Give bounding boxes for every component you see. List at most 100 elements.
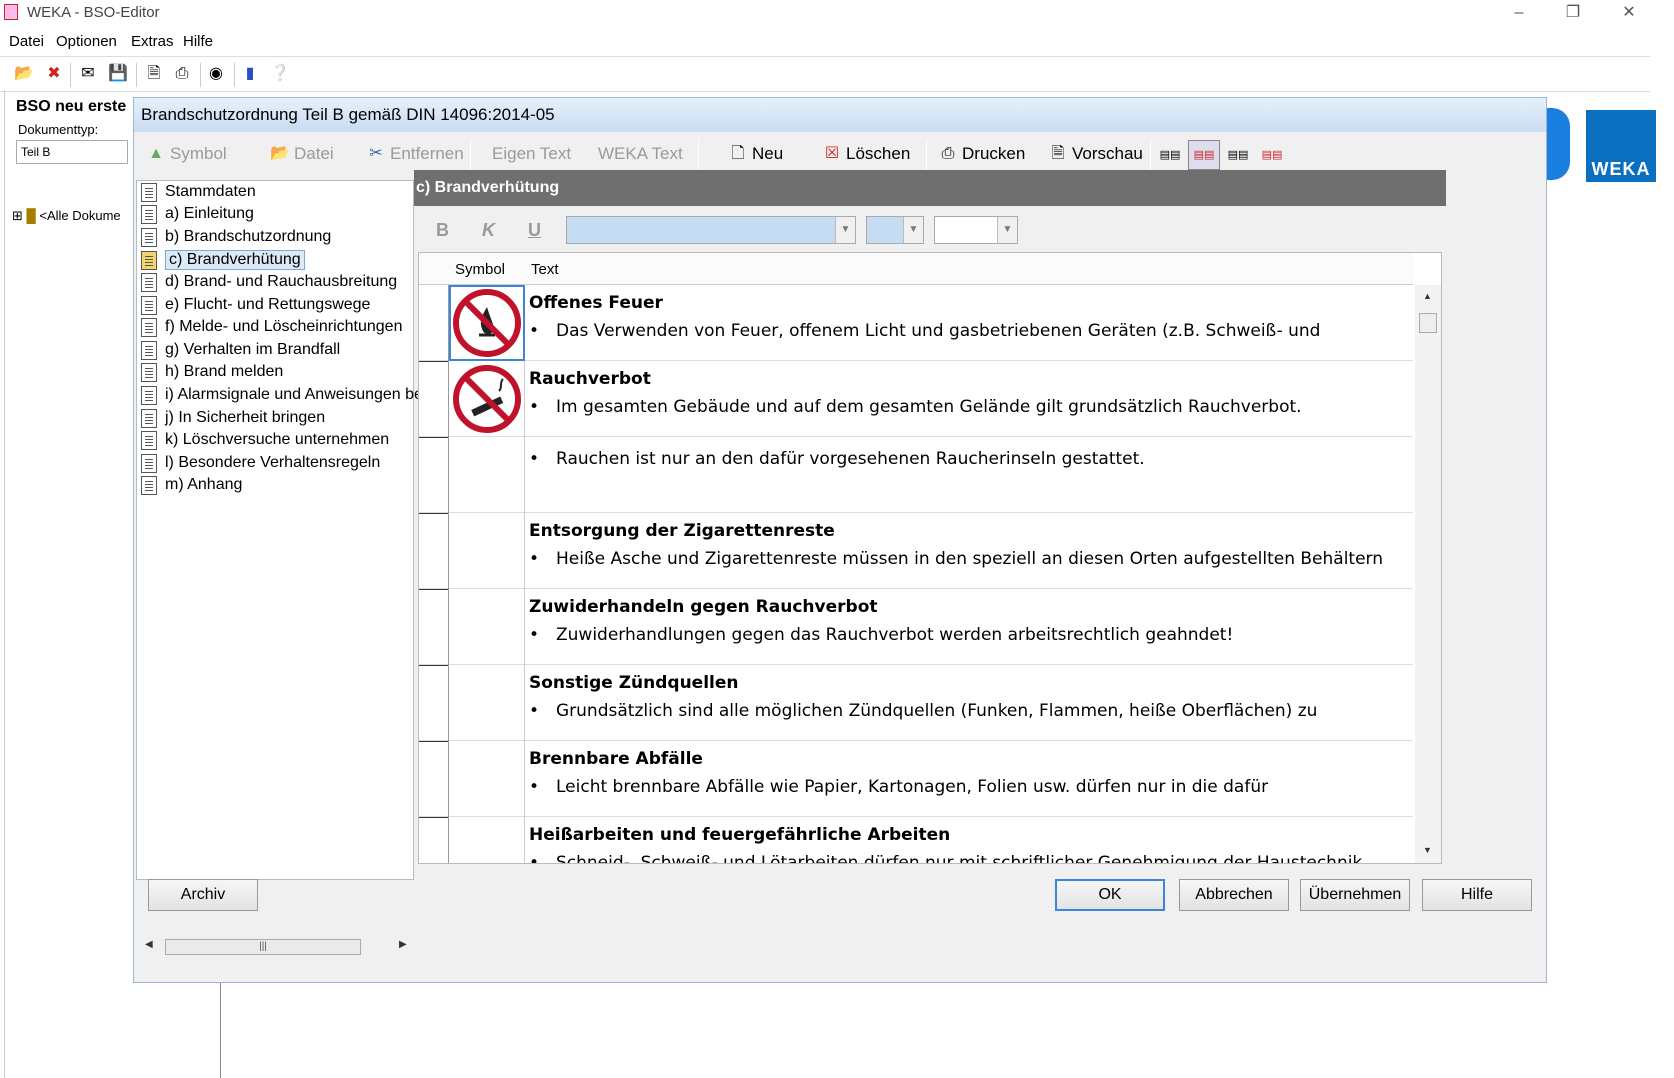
- minimize-button[interactable]: –: [1504, 2, 1534, 24]
- tree-item[interactable]: k) Löschversuche unternehmen: [141, 429, 389, 451]
- entfernen-button[interactable]: ✂ Entfernen: [366, 144, 463, 164]
- scroll-left-icon[interactable]: ◀: [145, 939, 153, 950]
- table-row[interactable]: Offenes Feuer Das Verwenden von Feuer, o…: [419, 285, 1413, 362]
- row-header[interactable]: [419, 817, 449, 863]
- symbol-cell[interactable]: [449, 361, 525, 437]
- symbol-cell[interactable]: [449, 665, 525, 741]
- tree-item[interactable]: b) Brandschutzordnung: [141, 226, 331, 248]
- tree-item[interactable]: h) Brand melden: [141, 361, 283, 383]
- all-documents-tree-item[interactable]: ⊞ █ <Alle Dokume: [12, 208, 121, 224]
- weka-text-button[interactable]: WEKA Text: [598, 144, 683, 164]
- row-header[interactable]: [419, 437, 449, 514]
- scroll-up-icon[interactable]: ▲: [1423, 291, 1432, 301]
- row-header[interactable]: [419, 285, 449, 362]
- tree-item[interactable]: g) Verhalten im Brandfall: [141, 339, 340, 361]
- drucken-button[interactable]: ⎙ Drucken: [938, 144, 1026, 164]
- archiv-button[interactable]: Archiv: [148, 879, 258, 911]
- page-preview-icon[interactable]: 🗎: [144, 64, 164, 84]
- neu-button[interactable]: 🗋 Neu: [728, 144, 784, 164]
- symbol-cell[interactable]: [449, 817, 525, 863]
- scroll-thumb[interactable]: |||: [165, 939, 361, 955]
- eigen-text-label: Eigen Text: [492, 144, 572, 163]
- document-icon: [141, 453, 157, 473]
- scroll-thumb[interactable]: [1419, 313, 1437, 333]
- open-folder-icon[interactable]: 📂: [14, 64, 34, 84]
- window-title: WEKA - BSO-Editor: [27, 4, 160, 21]
- underline-button[interactable]: U: [528, 220, 541, 241]
- view-mode-3-icon[interactable]: ▤▤: [1222, 140, 1254, 170]
- view-mode-1-icon[interactable]: ▤▤: [1154, 140, 1186, 170]
- row-header[interactable]: [419, 361, 449, 438]
- row-header[interactable]: [419, 665, 449, 742]
- datei-button[interactable]: 📂 Datei: [270, 144, 334, 164]
- abbrechen-button[interactable]: Abbrechen: [1179, 879, 1289, 911]
- symbol-cell[interactable]: [449, 513, 525, 589]
- column-header-symbol[interactable]: Symbol: [455, 261, 505, 278]
- table-row[interactable]: Sonstige Zündquellen Grundsätzlich sind …: [419, 665, 1413, 742]
- bold-button[interactable]: B: [436, 220, 449, 241]
- font-size-select[interactable]: ▼: [866, 216, 924, 244]
- view-mode-4-icon[interactable]: ▤▤: [1256, 140, 1288, 170]
- view-mode-2-icon[interactable]: ▤▤: [1188, 140, 1220, 170]
- tree-item[interactable]: d) Brand- und Rauchausbreitung: [141, 271, 397, 293]
- save-icon[interactable]: 💾: [108, 64, 128, 84]
- doc-type-field[interactable]: Teil B: [16, 140, 128, 164]
- chevron-down-icon[interactable]: ▼: [903, 217, 923, 243]
- table-row[interactable]: Rauchen ist nur an den dafür vorgesehene…: [419, 437, 1413, 514]
- scroll-right-icon[interactable]: ▶: [399, 939, 407, 950]
- table-row[interactable]: Heißarbeiten und feuergefährliche Arbeit…: [419, 817, 1413, 863]
- menu-extras[interactable]: Extras: [131, 33, 174, 50]
- tree-item[interactable]: Stammdaten: [141, 181, 256, 203]
- column-header-text[interactable]: Text: [531, 261, 559, 278]
- table-row[interactable]: Zuwiderhandeln gegen Rauchverbot Zuwider…: [419, 589, 1413, 666]
- symbol-cell[interactable]: [449, 589, 525, 665]
- close-window-button[interactable]: ✕: [1614, 2, 1644, 24]
- help-icon[interactable]: ❔: [270, 64, 290, 84]
- symbol-cell[interactable]: [449, 437, 525, 513]
- tree-item[interactable]: m) Anhang: [141, 474, 242, 496]
- expand-icon[interactable]: ⊞: [12, 208, 23, 223]
- table-row[interactable]: Entsorgung der Zigarettenreste Heiße Asc…: [419, 513, 1413, 590]
- grid-vertical-scrollbar[interactable]: ▲ ▼: [1415, 285, 1441, 863]
- format-toolbar: B K U ▼ ▼ ▼: [420, 212, 1440, 248]
- table-row[interactable]: Rauchverbot Im gesamten Gebäude und auf …: [419, 361, 1413, 438]
- chevron-down-icon[interactable]: ▼: [835, 217, 855, 243]
- vorschau-button[interactable]: 🗎 Vorschau: [1048, 144, 1143, 164]
- row-header[interactable]: [419, 589, 449, 666]
- table-row[interactable]: Brennbare Abfälle Leicht brennbare Abfäl…: [419, 741, 1413, 818]
- menu-optionen[interactable]: Optionen: [56, 33, 117, 50]
- tree-item[interactable]: e) Flucht- und Rettungswege: [141, 294, 370, 316]
- tree-item-label: c) Brandverhütung: [165, 250, 305, 270]
- print-preview-icon[interactable]: ✉: [78, 64, 98, 84]
- ok-button[interactable]: OK: [1055, 879, 1165, 911]
- eigen-text-button[interactable]: Eigen Text: [492, 144, 571, 164]
- hilfe-button[interactable]: Hilfe: [1422, 879, 1532, 911]
- menu-datei[interactable]: Datei: [9, 33, 44, 50]
- restore-button[interactable]: ❐: [1558, 2, 1588, 24]
- symbol-cell[interactable]: [449, 285, 525, 361]
- symbol-button[interactable]: ▲ Symbol: [146, 144, 227, 164]
- scroll-down-icon[interactable]: ▼: [1423, 845, 1432, 855]
- chevron-down-icon[interactable]: ▼: [997, 217, 1017, 243]
- tree-item[interactable]: i) Alarmsignale und Anweisungen bea: [141, 384, 432, 406]
- loeschen-button[interactable]: ☒ Löschen: [822, 144, 910, 164]
- tree-item-selected[interactable]: c) Brandverhütung: [141, 249, 305, 271]
- row-header[interactable]: [419, 513, 449, 590]
- symbol-cell[interactable]: [449, 741, 525, 817]
- printer-icon[interactable]: ⎙: [172, 64, 192, 84]
- book-icon[interactable]: ▮: [240, 64, 260, 84]
- uebernehmen-button[interactable]: Übernehmen: [1300, 879, 1410, 911]
- row-heading: Offenes Feuer: [529, 293, 663, 313]
- italic-button[interactable]: K: [482, 220, 495, 241]
- tree-horizontal-scrollbar[interactable]: ◀ ||| ▶: [139, 936, 411, 958]
- tree-item[interactable]: f) Melde- und Löscheinrichtungen: [141, 316, 402, 338]
- tree-item[interactable]: j) In Sicherheit bringen: [141, 407, 325, 429]
- row-header[interactable]: [419, 741, 449, 818]
- menu-hilfe[interactable]: Hilfe: [183, 33, 213, 50]
- binoculars-icon[interactable]: ◉: [206, 64, 226, 84]
- tree-item[interactable]: l) Besondere Verhaltensregeln: [141, 452, 380, 474]
- font-color-select[interactable]: ▼: [934, 216, 1018, 244]
- font-family-select[interactable]: ▼: [566, 216, 856, 244]
- tree-item[interactable]: a) Einleitung: [141, 203, 254, 225]
- close-doc-icon[interactable]: ✖: [44, 64, 64, 84]
